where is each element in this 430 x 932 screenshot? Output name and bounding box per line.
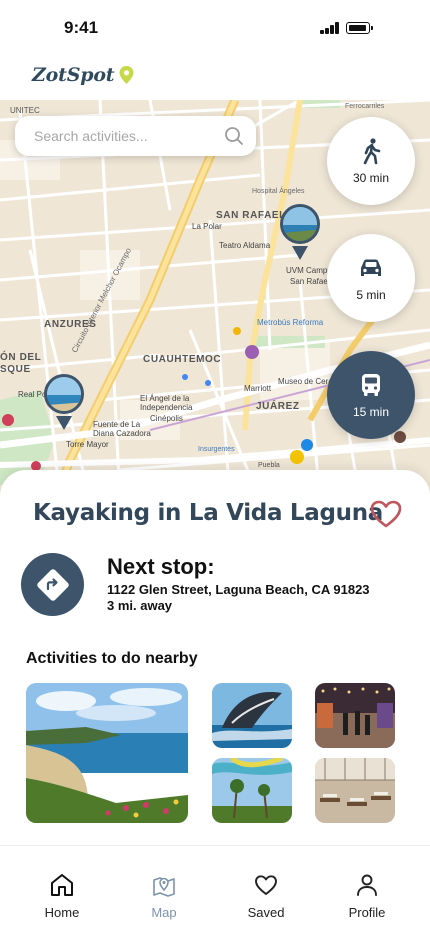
status-time: 9:41 <box>64 18 99 37</box>
map-label: Circuito Interior Melchor Ocampo <box>70 246 134 355</box>
map-label: Cinépolis <box>150 414 183 423</box>
bottom-nav: Home Map Saved Profile <box>0 845 430 932</box>
map-label: SQUE <box>0 364 31 375</box>
heart-icon <box>255 875 277 895</box>
map-label: Teatro Aldama <box>219 241 271 250</box>
map-label: San Rafael <box>290 277 330 286</box>
home-icon <box>51 874 73 896</box>
signal-icon <box>320 22 340 34</box>
status-bar: 9:41 <box>0 0 430 56</box>
nav-saved-label: Saved <box>247 905 285 920</box>
bus-time: 15 min <box>352 405 390 419</box>
whale-photo[interactable] <box>212 683 292 748</box>
map-label: JUÁREZ <box>256 401 300 412</box>
activity-map-marker[interactable] <box>44 374 84 434</box>
next-stop-address: 1122 Glen Street, Laguna Beach, CA 91823 <box>107 582 370 597</box>
map-label: Marriott <box>244 384 272 393</box>
next-stop-distance: 3 mi. away <box>107 598 173 613</box>
nav-map-label: Map <box>151 905 177 920</box>
heart-icon[interactable] <box>369 499 403 529</box>
search-input[interactable]: Search activities... <box>34 128 224 144</box>
app-logo: ZotSpot <box>32 64 134 86</box>
coastline-photo[interactable] <box>26 683 188 823</box>
marker-photo <box>280 204 320 244</box>
map-label: El Ángel de la <box>140 394 190 403</box>
car-icon <box>361 259 381 276</box>
restaurant-photo[interactable] <box>315 758 395 823</box>
map-label: La Polar <box>192 222 222 231</box>
map-label: Puebla <box>258 462 280 469</box>
next-stop-label: Next stop: <box>107 554 215 579</box>
walk-mode-button[interactable]: 30 min <box>327 117 415 205</box>
nav-map[interactable]: Map <box>129 872 199 920</box>
profile-icon <box>357 874 377 896</box>
market-photo[interactable] <box>315 683 395 748</box>
nav-home[interactable]: Home <box>27 872 97 920</box>
search-icon[interactable] <box>224 126 244 146</box>
map-label: Metrobús Reforma <box>257 318 324 327</box>
map-view[interactable]: Hospital Ángeles Ferrocarriles UNITEC SA… <box>0 100 430 500</box>
map-icon <box>153 877 175 897</box>
battery-icon <box>346 22 373 34</box>
map-label: Fuente de La <box>93 420 141 429</box>
walk-icon <box>363 138 381 165</box>
map-label: Independencia <box>140 403 193 412</box>
app-name: ZotSpot <box>32 64 115 86</box>
walk-time: 30 min <box>352 171 390 185</box>
nearby-heading: Activities to do nearby <box>26 650 198 667</box>
nav-profile[interactable]: Profile <box>332 872 402 920</box>
map-label: UNITEC <box>10 106 40 115</box>
location-pin-icon <box>119 66 134 84</box>
nav-profile-label: Profile <box>348 905 386 920</box>
marker-photo <box>44 374 84 414</box>
car-mode-button[interactable]: 5 min <box>327 234 415 322</box>
palms-photo[interactable] <box>212 758 292 823</box>
directions-button[interactable] <box>21 553 84 616</box>
map-label: Torre Mayor <box>66 440 109 449</box>
map-label: Insurgentes <box>198 446 235 453</box>
directions-icon <box>36 568 69 601</box>
car-time: 5 min <box>356 288 386 302</box>
nav-saved[interactable]: Saved <box>231 872 301 920</box>
map-label: Museo de Cera <box>278 377 333 386</box>
activity-map-marker[interactable] <box>280 204 320 264</box>
map-label: Diana Cazadora <box>93 429 151 438</box>
map-label: ÓN DEL <box>0 352 42 363</box>
bus-mode-button[interactable]: 15 min <box>327 351 415 439</box>
nav-home-label: Home <box>44 905 80 920</box>
map-label: CUAUHTEMOC <box>143 354 222 365</box>
map-label: SAN RAFAEL <box>216 210 286 221</box>
bus-icon <box>362 374 380 396</box>
search-bar[interactable]: Search activities... <box>15 116 256 156</box>
activity-title: Kayaking in La Vida Laguna <box>33 500 384 526</box>
